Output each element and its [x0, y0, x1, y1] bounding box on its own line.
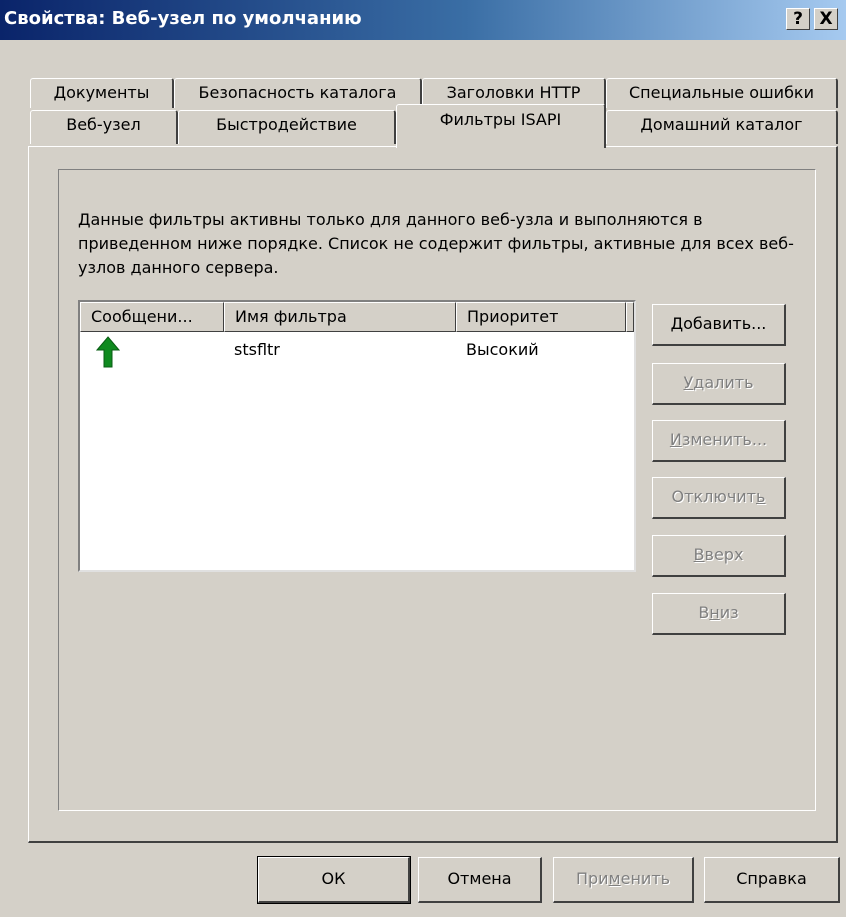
filter-list-header: Сообщени... Имя фильтра Приоритет [80, 302, 634, 332]
filter-name-cell: stsfltr [234, 340, 280, 359]
disable-button[interactable]: Отключить [652, 477, 786, 519]
move-up-button[interactable]: Вверх [652, 535, 786, 577]
remove-button[interactable]: Удалить [652, 363, 786, 405]
column-header-priority[interactable]: Приоритет [456, 302, 626, 332]
close-button[interactable]: X [814, 8, 838, 30]
filter-list[interactable]: Сообщени... Имя фильтра Приоритет stsflt… [78, 300, 636, 572]
disable-button-label: Отключит [671, 487, 756, 506]
move-up-button-label: верх [704, 545, 744, 564]
filters-description: Данные фильтры активны только для данног… [78, 210, 794, 277]
cancel-button[interactable]: Отмена [418, 857, 542, 903]
move-down-button-label: из [719, 603, 739, 622]
tab-directory-security[interactable]: Безопасность каталога [174, 78, 422, 108]
add-button-label: обавить... [683, 314, 767, 333]
help-title-button[interactable]: ? [786, 8, 810, 30]
move-down-button[interactable]: Вниз [652, 593, 786, 635]
edit-button[interactable]: Изменить... [652, 420, 786, 462]
filter-priority-cell: Высокий [466, 340, 539, 359]
tab-home-directory[interactable]: Домашний каталог [606, 110, 838, 144]
column-header-filler [626, 302, 634, 332]
column-header-filter-name[interactable]: Имя фильтра [224, 302, 456, 332]
apply-button-label-end: енить [620, 869, 671, 888]
ok-button[interactable]: ОК [257, 856, 411, 904]
edit-button-label: зменить... [681, 430, 768, 449]
tab-website[interactable]: Веб-узел [30, 110, 178, 144]
add-button[interactable]: Добавить... [652, 304, 786, 346]
tab-isapi-filters[interactable]: Фильтры ISAPI [396, 104, 606, 148]
title-bar: Свойства: Веб-узел по умолчанию ? X [0, 0, 846, 40]
tab-documents[interactable]: Документы [30, 78, 174, 108]
green-up-arrow-icon [95, 336, 121, 372]
apply-button-label-start: При [575, 869, 609, 888]
remove-button-label: далить [693, 373, 754, 392]
window-title: Свойства: Веб-узел по умолчанию [4, 8, 362, 29]
apply-button[interactable]: Применить [553, 857, 694, 903]
help-button[interactable]: Справка [704, 857, 840, 903]
tab-custom-errors[interactable]: Специальные ошибки [606, 78, 838, 108]
column-header-status[interactable]: Сообщени... [80, 302, 224, 332]
properties-dialog: Свойства: Веб-узел по умолчанию ? X Доку… [0, 0, 846, 917]
tab-performance[interactable]: Быстродействие [178, 110, 396, 144]
